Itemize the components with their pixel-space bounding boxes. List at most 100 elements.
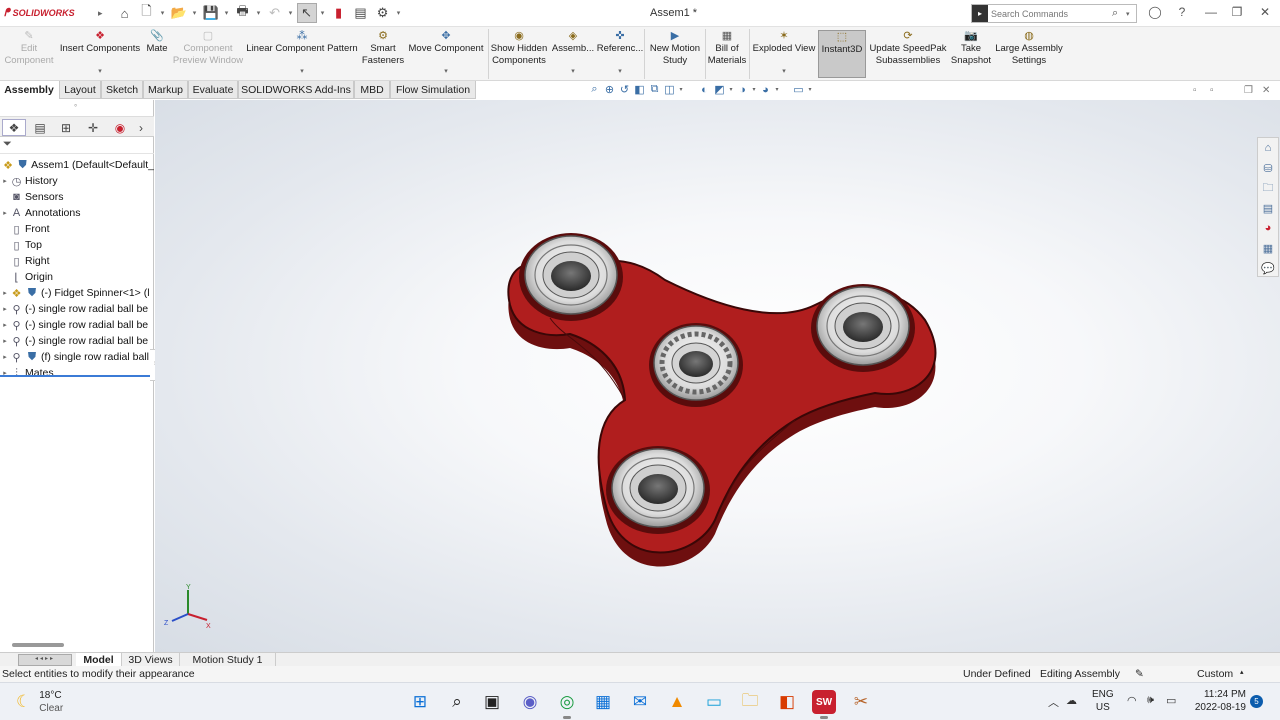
view-orientation-icon[interactable]: ◫ xyxy=(663,83,676,96)
expand-arrow-icon[interactable]: ▸ xyxy=(0,337,10,345)
snipping-tool-icon[interactable]: ✂ xyxy=(849,690,873,714)
chevron-down-icon[interactable]: ▾ xyxy=(807,86,813,93)
solidworks-logo[interactable]: ᖰ SOLIDWORKS xyxy=(0,7,96,20)
chevron-down-icon[interactable]: ▾ xyxy=(751,86,757,93)
viewport-close-icon[interactable]: ✕ xyxy=(1262,85,1270,96)
graphics-area[interactable]: Y X Z xyxy=(155,100,1280,652)
tab-evaluate[interactable]: Evaluate xyxy=(188,81,238,99)
expand-arrow-icon[interactable]: ▸ xyxy=(0,209,10,217)
vlc-icon[interactable]: ▲ xyxy=(665,690,689,714)
new-motion-study-button[interactable]: ▶ New Motion Study xyxy=(646,30,704,78)
tree-item-bearing-fixed[interactable]: ▸ ⚲ ⛊ (f) single row radial ball xyxy=(0,349,154,365)
office-icon[interactable]: ◧ xyxy=(775,690,799,714)
new-dropdown-icon[interactable]: ▾ xyxy=(159,9,167,17)
chevron-down-icon[interactable]: ▾ xyxy=(300,66,304,78)
chevron-down-icon[interactable]: ▾ xyxy=(678,86,684,93)
user-account-icon[interactable]: ◯ xyxy=(1146,5,1164,21)
move-component-button[interactable]: ✥ Move Component ▾ xyxy=(406,30,486,78)
reference-geometry-button[interactable]: ✜ Referenc... ▾ xyxy=(597,30,643,78)
linear-component-pattern-button[interactable]: ⁂ Linear Component Pattern ▾ xyxy=(246,30,358,78)
task-view-icon[interactable]: ▣ xyxy=(480,690,504,714)
tree-item-right-plane[interactable]: ▯ Right xyxy=(0,253,154,269)
assembly-features-button[interactable]: ◈ Assemb... ▾ xyxy=(550,30,596,78)
feature-manager-tab-icon[interactable]: ❖ xyxy=(2,119,26,136)
mate-button[interactable]: 📎 Mate xyxy=(142,30,172,78)
tree-item-mates[interactable]: ▸ ⫶ Mates xyxy=(0,365,154,381)
weather-widget[interactable]: ☾ 18°C Clear xyxy=(16,689,63,715)
tree-item-annotations[interactable]: ▸ A Annotations xyxy=(0,205,154,221)
menu-expand-icon[interactable]: ▸ xyxy=(98,8,103,19)
minimize-icon[interactable]: — xyxy=(1202,5,1220,21)
tab-motion-study-1[interactable]: Motion Study 1 xyxy=(180,653,276,667)
expand-arrow-icon[interactable]: ▸ xyxy=(0,353,10,361)
file-explorer-icon[interactable]: 🗀 xyxy=(738,690,762,714)
tree-item-sensors[interactable]: ◙ Sensors xyxy=(0,189,154,205)
edit-appearance-icon[interactable]: ◑ xyxy=(736,84,749,96)
apply-scene-icon[interactable]: ◕ xyxy=(759,84,772,96)
solidworks-resources-icon[interactable]: ⌂ xyxy=(1258,138,1278,158)
tab-layout[interactable]: Layout xyxy=(59,81,101,99)
tab-assembly[interactable]: Assembly xyxy=(0,81,58,99)
expand-arrow-icon[interactable]: ▸ xyxy=(0,289,10,297)
options-dropdown-icon[interactable]: ▾ xyxy=(395,9,403,17)
display-manager-tab-icon[interactable]: ◉ xyxy=(108,119,132,136)
property-manager-tab-icon[interactable]: ▤ xyxy=(28,119,52,136)
chevron-right-icon[interactable]: › xyxy=(134,119,148,136)
home-icon[interactable]: ⌂ xyxy=(115,3,135,23)
expand-arrow-icon[interactable]: ▸ xyxy=(0,177,10,185)
windows-start-icon[interactable]: ⊞ xyxy=(408,690,432,714)
search-dropdown-icon[interactable]: ▾ xyxy=(1126,10,1136,18)
filter-icon[interactable]: ⏷ xyxy=(3,138,12,150)
save-icon[interactable]: 💾 xyxy=(201,3,221,23)
system-clock[interactable]: 11:24 PM 2022-08-19 xyxy=(1190,688,1246,714)
save-dropdown-icon[interactable]: ▾ xyxy=(223,9,231,17)
take-snapshot-button[interactable]: 📷 Take Snapshot xyxy=(948,30,994,78)
update-speedpak-button[interactable]: ⟳ Update SpeedPak Subassemblies xyxy=(868,30,948,78)
panel-grip-icon[interactable]: ° xyxy=(74,103,77,112)
display-style-icon[interactable]: ◐ xyxy=(698,84,711,96)
tab-model[interactable]: Model xyxy=(76,653,122,667)
help-icon[interactable]: ? xyxy=(1173,5,1191,21)
rebuild-status-icon[interactable]: ✎ xyxy=(1135,668,1144,680)
undo-dropdown-icon[interactable]: ▾ xyxy=(287,9,295,17)
view-settings-monitor-icon[interactable]: ▭ xyxy=(792,83,805,96)
open-folder-icon[interactable]: 📂 xyxy=(169,3,189,23)
teams-chat-icon[interactable]: ◉ xyxy=(518,690,542,714)
hide-show-items-icon[interactable]: ◩ xyxy=(713,83,726,96)
tree-item-front-plane[interactable]: ▯ Front xyxy=(0,221,154,237)
volume-icon[interactable]: 🕪 xyxy=(1147,694,1154,707)
show-hidden-components-button[interactable]: ◉ Show Hidden Components xyxy=(490,30,548,78)
search-icon[interactable]: ⌕ xyxy=(1112,7,1126,20)
component-preview-window-button[interactable]: ▢ Component Preview Window xyxy=(172,30,244,78)
forum-icon[interactable]: 💬 xyxy=(1258,258,1278,278)
appearances-scenes-icon[interactable]: ◕ xyxy=(1258,218,1278,238)
tree-item-bearing-1[interactable]: ▸ ⚲ (-) single row radial ball be xyxy=(0,301,154,317)
insert-components-button[interactable]: ❖ Insert Components ▾ xyxy=(58,30,142,78)
dynamic-annotation-icon[interactable]: ⧉ xyxy=(648,83,661,96)
chevron-down-icon[interactable]: ▾ xyxy=(98,66,102,78)
tree-item-bearing-3[interactable]: ▸ ⚲ (-) single row radial ball be xyxy=(0,333,154,349)
edit-component-button[interactable]: ✎ Edit Component xyxy=(2,30,56,78)
print-dropdown-icon[interactable]: ▾ xyxy=(255,9,263,17)
file-properties-icon[interactable]: ▤ xyxy=(351,3,371,23)
view-palette-icon[interactable]: ▤ xyxy=(1258,198,1278,218)
expand-arrow-icon[interactable]: ▸ xyxy=(0,305,10,313)
rebuild-icon[interactable]: ▮ xyxy=(329,3,349,23)
solidworks-app-icon[interactable]: SW xyxy=(812,690,836,719)
design-library-icon[interactable]: ⛁ xyxy=(1258,158,1278,178)
search-scope-icon[interactable]: ▸ xyxy=(972,5,988,22)
tab-markup[interactable]: Markup xyxy=(143,81,188,99)
tree-filter[interactable]: ⏷ xyxy=(0,138,154,154)
configuration-manager-tab-icon[interactable]: ⊞ xyxy=(54,119,78,136)
exploded-view-button[interactable]: ✶ Exploded View ▾ xyxy=(751,30,817,78)
tab-solidworks-addins[interactable]: SOLIDWORKS Add-Ins xyxy=(238,81,354,99)
select-dropdown-icon[interactable]: ▾ xyxy=(319,9,327,17)
close-icon[interactable]: ✕ xyxy=(1256,5,1274,21)
remote-desktop-icon[interactable]: ▭ xyxy=(702,690,726,714)
viewport-maximize-icon[interactable]: ❐ xyxy=(1244,85,1253,96)
tree-root-assembly[interactable]: ❖ ⛊ Assem1 (Default<Default_ xyxy=(0,157,154,173)
microsoft-store-icon[interactable]: ▦ xyxy=(591,690,615,714)
select-cursor-icon[interactable]: ↖ xyxy=(296,3,317,23)
chevron-down-icon[interactable]: ▾ xyxy=(728,86,734,93)
mail-icon[interactable]: ✉ xyxy=(628,690,652,714)
